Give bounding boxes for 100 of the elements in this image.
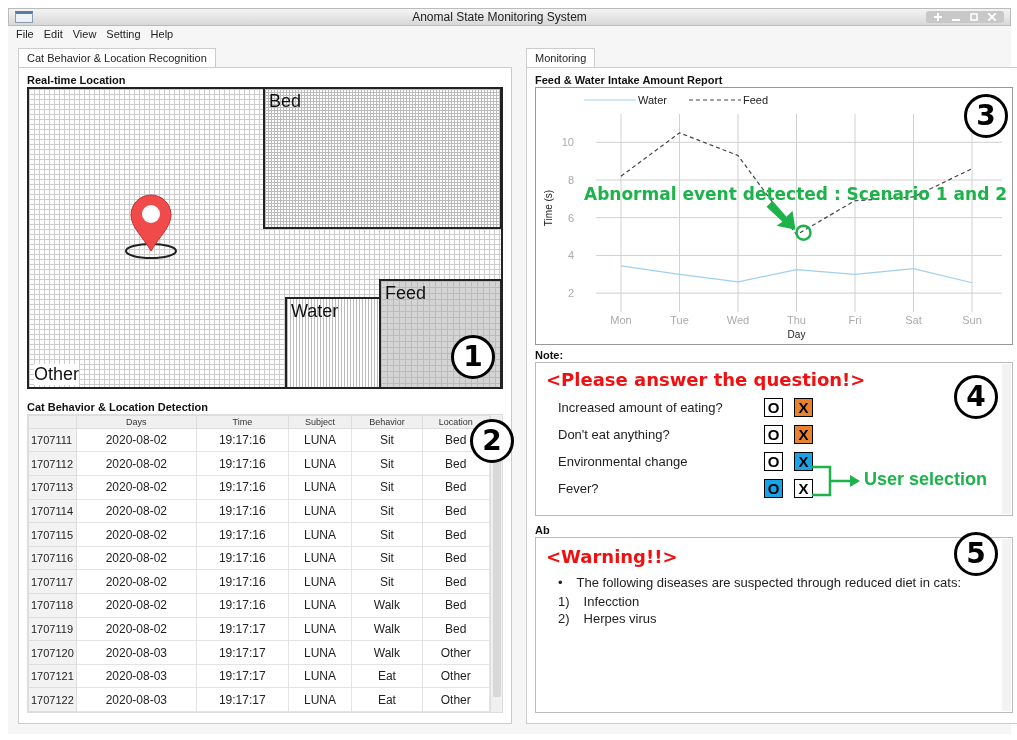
table-cell: 2020-08-02: [76, 451, 197, 476]
section-title: Note:: [535, 348, 565, 361]
table-cell: 19:17:16: [196, 428, 289, 452]
table-cell: Sit: [351, 475, 423, 500]
question-text: Increased amount of eating?: [558, 399, 724, 415]
table-cell: LUNA: [288, 569, 352, 594]
table-cell: Sit: [351, 451, 423, 476]
location-pin-icon: [123, 192, 179, 259]
table-cell: Other: [422, 640, 490, 665]
answer-option[interactable]: O: [764, 451, 783, 471]
maximize-icon[interactable]: [970, 13, 978, 22]
list-text: Herpes virus: [583, 610, 657, 626]
section-title: Ab: [535, 523, 551, 536]
tab[interactable]: Monitoring: [526, 47, 596, 67]
menu-item[interactable]: Setting: [106, 28, 141, 41]
column-header: Time: [196, 415, 289, 429]
answer-option[interactable]: X: [794, 478, 813, 498]
callout-arrow: [812, 464, 862, 497]
table-cell: Bed: [422, 593, 490, 618]
scrollbar[interactable]: [1002, 538, 1011, 711]
table-cell: 2020-08-02: [76, 593, 197, 618]
table-cell: 2020-08-03: [76, 664, 197, 688]
table-cell: 19:17:16: [196, 451, 289, 476]
table-cell: 19:17:16: [196, 499, 289, 523]
answer-option[interactable]: X: [794, 397, 813, 417]
table-cell: Sit: [351, 499, 423, 523]
table-cell: Sit: [351, 522, 423, 547]
annotation-arrow: [766, 200, 796, 230]
list-text: Infecction: [583, 593, 640, 609]
column-header: Subject: [288, 415, 352, 429]
table-cell: 19:17:17: [196, 687, 289, 712]
window-title: Anomal State Monitoring System: [411, 10, 588, 25]
table-cell: Bed: [422, 475, 490, 500]
app-icon: [15, 11, 33, 24]
tab[interactable]: Cat Behavior & Location Recognition: [18, 47, 216, 67]
x-tick-label: Fri: [848, 313, 862, 326]
table-cell: Bed: [422, 522, 490, 547]
x-tick-label: Mon: [610, 313, 632, 326]
table-cell: 2020-08-02: [76, 617, 197, 641]
table-cell: Bed: [422, 569, 490, 594]
menu-item[interactable]: View: [72, 28, 97, 41]
table-cell: LUNA: [288, 664, 352, 688]
table-cell: Sit: [351, 546, 423, 570]
row-header: 1707115: [28, 522, 77, 547]
section-title: Real-time Location: [27, 73, 127, 86]
table-cell: 19:17:16: [196, 593, 289, 618]
table-cell: Sit: [351, 428, 423, 452]
table-cell: Sit: [351, 569, 423, 594]
table-cell: 2020-08-02: [76, 522, 197, 547]
column-header: Days: [76, 415, 197, 429]
question-text: Fever?: [558, 480, 600, 496]
table-cell: 19:17:17: [196, 617, 289, 641]
menu-item[interactable]: Help: [150, 28, 174, 41]
x-tick-label: Sat: [905, 313, 922, 326]
map-zone: Water: [285, 296, 381, 389]
table-cell: 19:17:16: [196, 475, 289, 500]
table-cell: Walk: [351, 640, 423, 665]
table-cell: 2020-08-02: [76, 569, 197, 594]
table-cell: 19:17:16: [196, 522, 289, 547]
answer-option[interactable]: O: [764, 424, 783, 444]
scrollbar[interactable]: [1002, 363, 1011, 514]
table-cell: 2020-08-03: [76, 640, 197, 665]
row-header: 1707122: [28, 687, 77, 712]
answer-option[interactable]: X: [794, 451, 813, 471]
answer-option[interactable]: O: [764, 478, 783, 498]
x-axis-label: Day: [787, 328, 806, 340]
answer-option[interactable]: X: [794, 424, 813, 444]
table-cell: Other: [422, 664, 490, 688]
x-tick-label: Sun: [962, 313, 982, 326]
table-cell: LUNA: [288, 428, 352, 452]
row-header: 1707119: [28, 617, 77, 641]
table-cell: LUNA: [288, 617, 352, 641]
table-cell: Eat: [351, 664, 423, 688]
menu-item[interactable]: File: [16, 28, 34, 41]
answer-option[interactable]: O: [764, 397, 783, 417]
row-header: 1707121: [28, 664, 77, 688]
table-cell: LUNA: [288, 475, 352, 500]
x-tick-label: Thu: [787, 313, 806, 326]
menu-item[interactable]: Edit: [43, 28, 63, 41]
table-cell: 2020-08-02: [76, 428, 197, 452]
y-tick-label: 6: [567, 211, 574, 224]
table-cell: Bed: [422, 546, 490, 570]
list-number: 2): [558, 610, 570, 626]
y-tick-label: 10: [561, 136, 574, 149]
list-number: 1): [558, 593, 570, 609]
table-cell: Bed: [422, 499, 490, 523]
bullet-text: The following diseases are suspected through reduced diet in cats:: [576, 574, 961, 590]
row-header: 1707118: [28, 593, 77, 618]
close-icon[interactable]: [988, 13, 996, 22]
row-header: 1707120: [28, 640, 77, 665]
table-cell: LUNA: [288, 522, 352, 547]
table-cell: 19:17:16: [196, 569, 289, 594]
table-cell: Walk: [351, 593, 423, 618]
note-heading: <Please answer the question!>: [546, 368, 866, 390]
table-cell: 2020-08-02: [76, 475, 197, 500]
table-cell: 2020-08-02: [76, 499, 197, 523]
pin-icon[interactable]: [934, 13, 942, 22]
row-header: 1707111: [28, 428, 77, 452]
bullet-mark: •: [558, 574, 563, 590]
table-cell: 2020-08-02: [76, 546, 197, 570]
